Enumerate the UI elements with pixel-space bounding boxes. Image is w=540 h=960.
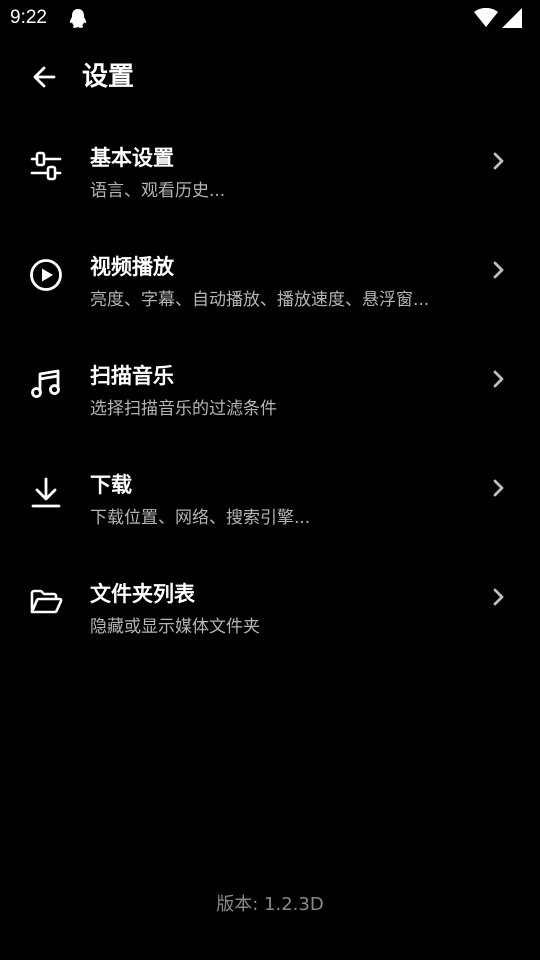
page-title: 设置 [82,62,135,92]
settings-item-subtitle: 选择扫描音乐的过滤条件 [90,399,277,419]
settings-item-subtitle: 语言、观看历史... [90,181,226,201]
play-circle-icon [28,257,64,293]
chevron-right-icon [488,368,510,390]
settings-item-video-playback[interactable]: 视频播放 亮度、字幕、自动播放、播放速度、悬浮窗... [0,241,540,350]
folder-open-icon [28,584,64,620]
wifi-icon [474,7,498,28]
arrow-left-icon [33,66,56,88]
settings-item-subtitle: 隐藏或显示媒体文件夹 [90,617,260,637]
app-bar: 设置 [0,44,540,110]
cell-signal-icon [502,8,522,28]
back-button[interactable] [22,54,68,100]
settings-item-title: 基本设置 [90,146,174,170]
settings-item-download[interactable]: 下载 下载位置、网络、搜索引擎... [0,459,540,568]
chevron-right-icon [488,477,510,499]
qq-penguin-icon [68,8,88,30]
download-icon [28,475,64,511]
settings-item-title: 下载 [90,473,132,497]
status-time: 9:22 [10,7,47,28]
sliders-icon [28,148,64,184]
settings-item-folder-list[interactable]: 文件夹列表 隐藏或显示媒体文件夹 [0,568,540,677]
settings-list: 基本设置 语言、观看历史... 视频播放 亮度、字幕、自动播放、播放速度、悬浮窗… [0,132,540,677]
settings-item-title: 视频播放 [90,255,174,279]
settings-item-title: 扫描音乐 [90,364,174,388]
settings-item-title: 文件夹列表 [90,582,195,606]
settings-item-basic[interactable]: 基本设置 语言、观看历史... [0,132,540,241]
settings-item-scan-music[interactable]: 扫描音乐 选择扫描音乐的过滤条件 [0,350,540,459]
music-note-icon [28,366,64,402]
chevron-right-icon [488,259,510,281]
chevron-right-icon [488,586,510,608]
chevron-right-icon [488,150,510,172]
status-bar: 9:22 [0,0,540,36]
settings-item-subtitle: 下载位置、网络、搜索引擎... [90,508,311,528]
settings-item-subtitle: 亮度、字幕、自动播放、播放速度、悬浮窗... [90,290,430,310]
version-label: 版本: 1.2.3D [216,894,324,915]
